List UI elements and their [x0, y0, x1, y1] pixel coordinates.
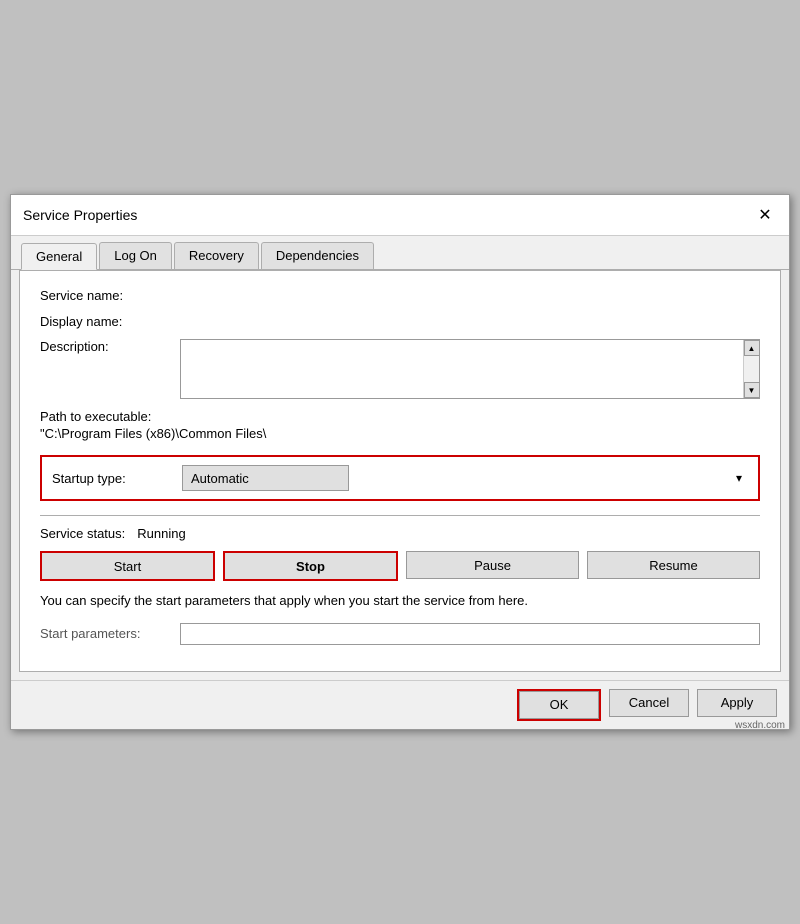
startup-type-label: Startup type: — [52, 471, 182, 486]
service-status-label: Service status: — [40, 526, 125, 541]
description-row: Description: ▲ ▼ — [40, 339, 760, 399]
stop-button-wrapper: Stop — [223, 551, 398, 581]
title-bar: Service Properties ✕ — [11, 195, 789, 236]
start-button-wrapper: Start — [40, 551, 215, 581]
path-section: Path to executable: "C:\Program Files (x… — [40, 409, 760, 441]
ok-button-wrapper: OK — [517, 689, 601, 721]
ok-button[interactable]: OK — [519, 691, 599, 719]
tab-dependencies[interactable]: Dependencies — [261, 242, 374, 269]
path-label: Path to executable: — [40, 409, 760, 424]
startup-type-section: Startup type: Automatic Automatic (Delay… — [40, 455, 760, 501]
cancel-button[interactable]: Cancel — [609, 689, 689, 717]
scroll-up-button[interactable]: ▲ — [744, 340, 760, 356]
params-row: Start parameters: — [40, 623, 760, 645]
service-status-row: Service status: Running — [40, 526, 760, 541]
params-label: Start parameters: — [40, 626, 180, 641]
description-box: ▲ ▼ — [180, 339, 760, 399]
path-value: "C:\Program Files (x86)\Common Files\ — [40, 426, 760, 441]
service-name-label: Service name: — [40, 287, 180, 303]
watermark: wsxdn.com — [735, 720, 785, 731]
service-status-value: Running — [137, 526, 185, 541]
startup-select-wrapper: Automatic Automatic (Delayed Start) Manu… — [182, 465, 748, 491]
tab-general[interactable]: General — [21, 243, 97, 270]
pause-button[interactable]: Pause — [406, 551, 579, 579]
service-name-row: Service name: — [40, 287, 760, 303]
scroll-down-button[interactable]: ▼ — [744, 382, 760, 398]
service-properties-dialog: Service Properties ✕ General Log On Reco… — [10, 194, 790, 730]
tab-bar: General Log On Recovery Dependencies — [11, 236, 789, 270]
tab-logon[interactable]: Log On — [99, 242, 172, 269]
bottom-bar: OK Cancel Apply — [11, 680, 789, 729]
resume-button[interactable]: Resume — [587, 551, 760, 579]
description-label: Description: — [40, 339, 180, 354]
display-name-label: Display name: — [40, 313, 180, 329]
dialog-title: Service Properties — [23, 207, 137, 223]
description-scrollbar[interactable]: ▲ ▼ — [743, 340, 759, 398]
service-control-buttons: Start Stop Pause Resume — [40, 551, 760, 581]
startup-type-select[interactable]: Automatic Automatic (Delayed Start) Manu… — [182, 465, 349, 491]
hint-text: You can specify the start parameters tha… — [40, 591, 760, 611]
tab-content: Service name: Display name: Description:… — [19, 270, 781, 672]
tab-recovery[interactable]: Recovery — [174, 242, 259, 269]
apply-button[interactable]: Apply — [697, 689, 777, 717]
display-name-row: Display name: — [40, 313, 760, 329]
close-button[interactable]: ✕ — [753, 203, 777, 227]
stop-button[interactable]: Stop — [225, 553, 396, 579]
params-input[interactable] — [180, 623, 760, 645]
divider-1 — [40, 515, 760, 516]
start-button[interactable]: Start — [42, 553, 213, 579]
